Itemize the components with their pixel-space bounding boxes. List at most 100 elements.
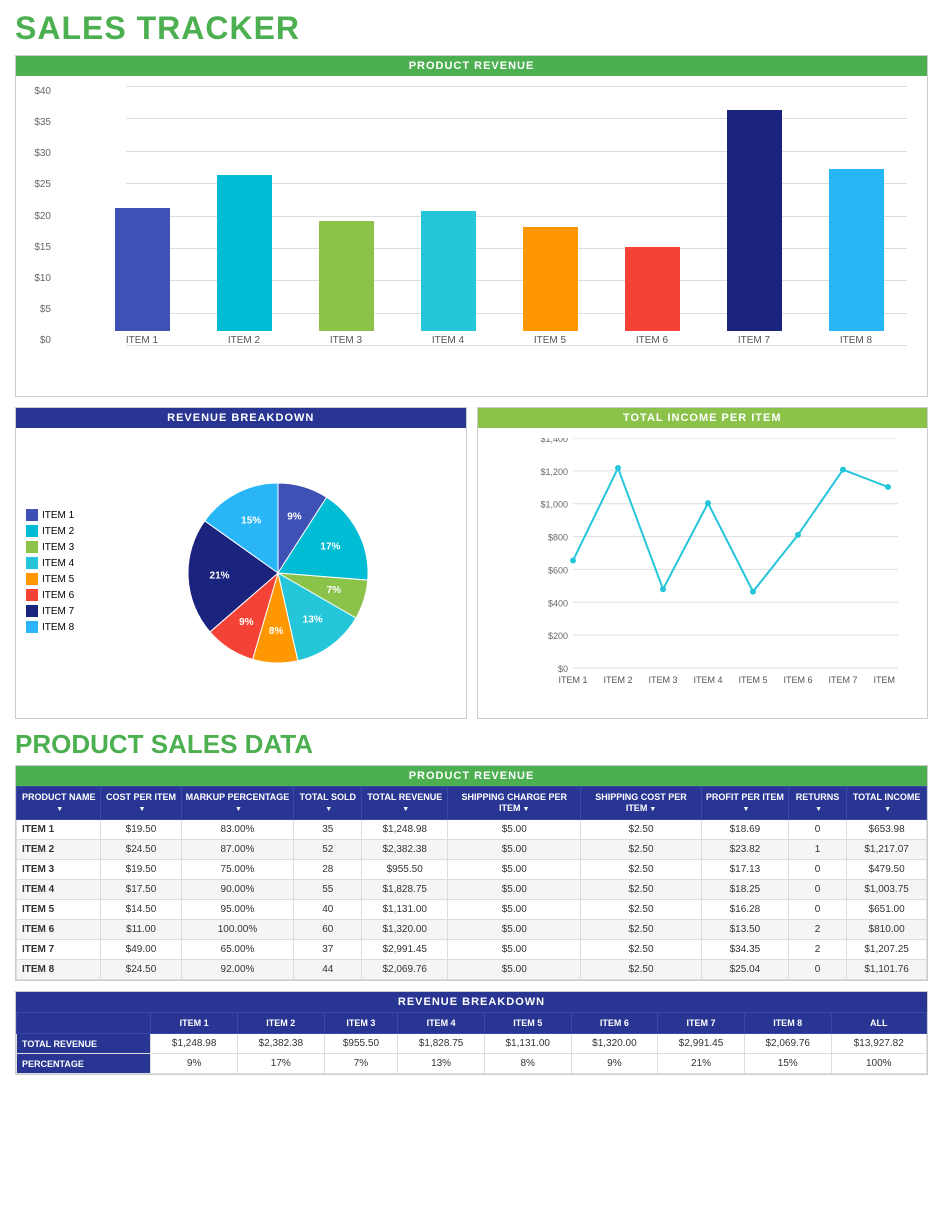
breakdown-row: TOTAL REVENUE$1,248.98$2,382.38$955.50 $1…	[17, 1034, 927, 1054]
table-cell: 0	[788, 860, 846, 880]
table-cell: $5.00	[448, 900, 581, 920]
bar-group: ITEM 7	[703, 110, 805, 346]
table-cell: $1,131.00	[362, 900, 448, 920]
table-cell: $5.00	[448, 920, 581, 940]
bar-rect	[421, 211, 476, 331]
breakdown-cell: 9%	[571, 1054, 658, 1074]
breakdown-cell: 7%	[324, 1054, 398, 1074]
table-cell: $17.13	[701, 860, 788, 880]
breakdown-cell: $1,131.00	[484, 1034, 571, 1054]
table-row: ITEM 3$19.5075.00%28$955.50$5.00$2.50$17…	[17, 860, 927, 880]
table-cell: 0	[788, 960, 846, 980]
table-cell: $49.00	[101, 940, 181, 960]
pie-chart-content: ITEM 1ITEM 2ITEM 3ITEM 4ITEM 5ITEM 6ITEM…	[16, 428, 466, 718]
table-cell: $810.00	[847, 920, 927, 940]
y-axis-labels: $0$5$10$15$20$25$30$35$40	[21, 86, 51, 346]
filter-arrow[interactable]: ▼	[139, 806, 146, 814]
table-cell: $2,069.76	[362, 960, 448, 980]
bar-group: ITEM 4	[397, 211, 499, 346]
breakdown-col-header: ITEM 4	[398, 1013, 485, 1034]
y-axis-label: $25	[21, 179, 51, 190]
table-cell: 2	[788, 920, 846, 940]
line-dot	[705, 500, 711, 506]
pie-label: 15%	[241, 516, 261, 527]
bar-group: ITEM 2	[193, 175, 295, 346]
legend-item: ITEM 1	[26, 509, 86, 521]
table-cell: $2.50	[581, 960, 702, 980]
table-cell: 92.00%	[181, 960, 294, 980]
bar-x-label: ITEM 3	[330, 335, 362, 346]
pie-legend: ITEM 1ITEM 2ITEM 3ITEM 4ITEM 5ITEM 6ITEM…	[26, 509, 86, 637]
bar-rect	[523, 227, 578, 331]
filter-arrow[interactable]: ▼	[325, 806, 332, 814]
breakdown-col-header: ITEM 6	[571, 1013, 658, 1034]
table-col-header: PRODUCT NAME▼	[17, 787, 101, 820]
table-cell: 0	[788, 820, 846, 840]
svg-text:$200: $200	[547, 631, 567, 641]
table-cell: ITEM 5	[17, 900, 101, 920]
filter-arrow[interactable]: ▼	[402, 806, 409, 814]
table-row: ITEM 2$24.5087.00%52$2,382.38$5.00$2.50$…	[17, 840, 927, 860]
table-cell: $955.50	[362, 860, 448, 880]
table-cell: $2,382.38	[362, 840, 448, 860]
filter-arrow[interactable]: ▼	[523, 806, 530, 814]
filter-arrow[interactable]: ▼	[884, 806, 891, 814]
pie-chart-section: REVENUE BREAKDOWN ITEM 1ITEM 2ITEM 3ITEM…	[15, 407, 467, 719]
legend-color-box	[26, 573, 38, 585]
legend-item: ITEM 8	[26, 621, 86, 633]
breakdown-row-label: TOTAL REVENUE	[17, 1034, 151, 1054]
pie-chart-canvas: 9%17%7%13%8%9%21%15%	[101, 473, 456, 673]
breakdown-cell: 17%	[237, 1054, 324, 1074]
product-table: PRODUCT NAME▼COST PER ITEM▼MARKUP PERCEN…	[16, 786, 927, 980]
svg-text:ITEM 8: ITEM 8	[873, 675, 898, 685]
filter-arrow[interactable]: ▼	[649, 806, 656, 814]
legend-item: ITEM 5	[26, 573, 86, 585]
table-cell: 100.00%	[181, 920, 294, 940]
y-axis-label: $40	[21, 86, 51, 97]
table-row: ITEM 5$14.5095.00%40$1,131.00$5.00$2.50$…	[17, 900, 927, 920]
table-cell: $2.50	[581, 920, 702, 940]
table-cell: $2.50	[581, 900, 702, 920]
table-cell: 1	[788, 840, 846, 860]
y-axis-label: $15	[21, 242, 51, 253]
breakdown-cell: 8%	[484, 1054, 571, 1074]
filter-arrow[interactable]: ▼	[742, 806, 749, 814]
bar-rect	[625, 247, 680, 332]
bar-rect	[217, 175, 272, 331]
table-col-header: PROFIT PER ITEM▼	[701, 787, 788, 820]
breakdown-cell: $1,248.98	[151, 1034, 238, 1054]
line-path	[573, 468, 888, 592]
table-cell: $24.50	[101, 840, 181, 860]
svg-text:ITEM 5: ITEM 5	[738, 675, 767, 685]
breakdown-cell: $13,927.82	[831, 1034, 926, 1054]
line-dot	[840, 467, 846, 473]
svg-text:ITEM 1: ITEM 1	[558, 675, 587, 685]
filter-arrow[interactable]: ▼	[56, 806, 63, 814]
table-cell: $34.35	[701, 940, 788, 960]
filter-arrow[interactable]: ▼	[235, 806, 242, 814]
table-cell: $19.50	[101, 820, 181, 840]
table-cell: 40	[294, 900, 362, 920]
table-cell: $5.00	[448, 860, 581, 880]
table-cell: ITEM 1	[17, 820, 101, 840]
table-col-header: COST PER ITEM▼	[101, 787, 181, 820]
table-cell: $18.25	[701, 880, 788, 900]
breakdown-cell: $955.50	[324, 1034, 398, 1054]
bar-group: ITEM 5	[499, 227, 601, 346]
bar-x-label: ITEM 7	[738, 335, 770, 346]
table-cell: $651.00	[847, 900, 927, 920]
bar-chart-area: ITEM 1ITEM 2ITEM 3ITEM 4ITEM 5ITEM 6ITEM…	[16, 76, 927, 396]
breakdown-cell: $2,382.38	[237, 1034, 324, 1054]
y-axis-label: $0	[21, 335, 51, 346]
filter-arrow[interactable]: ▼	[815, 806, 822, 814]
table-cell: ITEM 3	[17, 860, 101, 880]
table-cell: $1,101.76	[847, 960, 927, 980]
pie-svg: 9%17%7%13%8%9%21%15%	[178, 473, 378, 673]
line-svg: $0$200$400$600$800$1,000$1,200$1,400ITEM…	[528, 438, 898, 698]
table-cell: 75.00%	[181, 860, 294, 880]
table-cell: $2.50	[581, 820, 702, 840]
y-axis-label: $20	[21, 211, 51, 222]
table-cell: 37	[294, 940, 362, 960]
y-axis-label: $35	[21, 117, 51, 128]
bar-x-label: ITEM 2	[228, 335, 260, 346]
